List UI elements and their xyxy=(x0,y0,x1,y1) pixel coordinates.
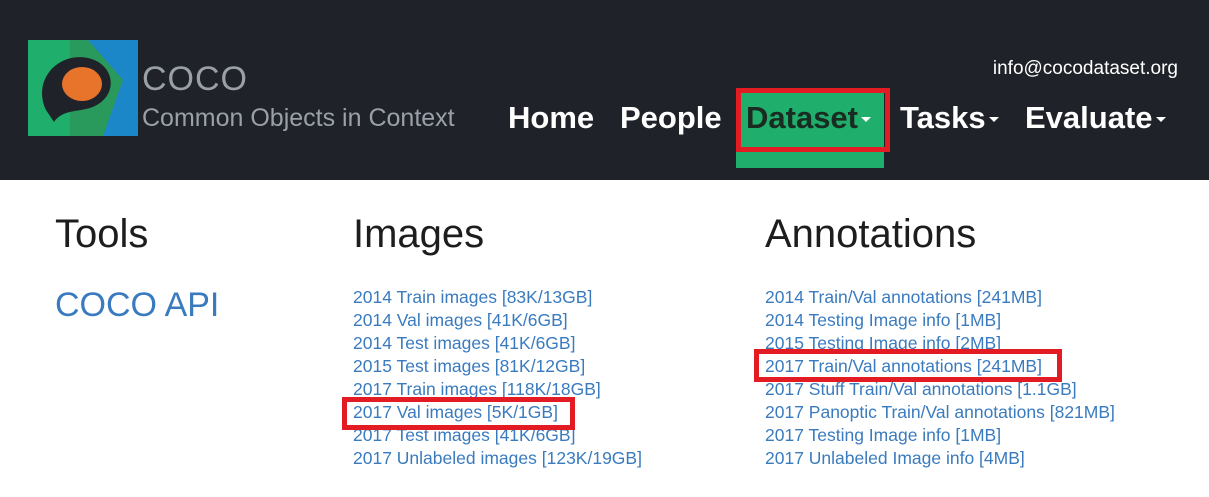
images-link-list: 2014 Train images [83K/13GB] 2014 Val im… xyxy=(353,286,642,470)
val-images-highlight-box xyxy=(342,397,575,430)
caret-down-icon xyxy=(988,117,999,123)
coco-api-link[interactable]: COCO API xyxy=(55,286,219,325)
annotations-link[interactable]: 2017 Testing Image info [1MB] xyxy=(765,424,1115,447)
annotations-link[interactable]: 2017 Panoptic Train/Val annotations [821… xyxy=(765,401,1115,424)
annotations-link[interactable]: 2017 Unlabeled Image info [4MB] xyxy=(765,447,1115,470)
annotations-link[interactable]: 2014 Train/Val annotations [241MB] xyxy=(765,286,1115,309)
images-link[interactable]: 2014 Test images [41K/6GB] xyxy=(353,332,642,355)
images-link[interactable]: 2014 Val images [41K/6GB] xyxy=(353,309,642,332)
nav-tasks-label: Tasks xyxy=(900,100,986,135)
nav-home-label: Home xyxy=(508,100,595,135)
dataset-highlight-box xyxy=(736,88,890,152)
images-link[interactable]: 2015 Test images [81K/12GB] xyxy=(353,355,642,378)
contact-email[interactable]: info@cocodataset.org xyxy=(993,58,1178,80)
coco-logo-icon[interactable] xyxy=(28,40,138,136)
annotations-link[interactable]: 2014 Testing Image info [1MB] xyxy=(765,309,1115,332)
tools-heading: Tools xyxy=(55,212,149,256)
nav-tasks[interactable]: Tasks xyxy=(900,98,999,138)
nav-home[interactable]: Home xyxy=(508,98,594,138)
site-header: COCO Common Objects in Context info@coco… xyxy=(0,0,1209,180)
images-link[interactable]: 2014 Train images [83K/13GB] xyxy=(353,286,642,309)
nav-evaluate[interactable]: Evaluate xyxy=(1025,98,1166,138)
annotations-heading: Annotations xyxy=(765,212,977,256)
brand-title[interactable]: COCO xyxy=(142,60,248,99)
brand-subtitle[interactable]: Common Objects in Context xyxy=(142,104,455,133)
caret-down-icon xyxy=(1155,117,1166,123)
images-link[interactable]: 2017 Unlabeled images [123K/19GB] xyxy=(353,447,642,470)
nav-evaluate-label: Evaluate xyxy=(1025,100,1153,135)
images-heading: Images xyxy=(353,212,485,256)
nav-people[interactable]: People xyxy=(620,98,722,138)
trainval-annotations-highlight-box xyxy=(754,349,1062,382)
nav-people-label: People xyxy=(620,100,722,135)
